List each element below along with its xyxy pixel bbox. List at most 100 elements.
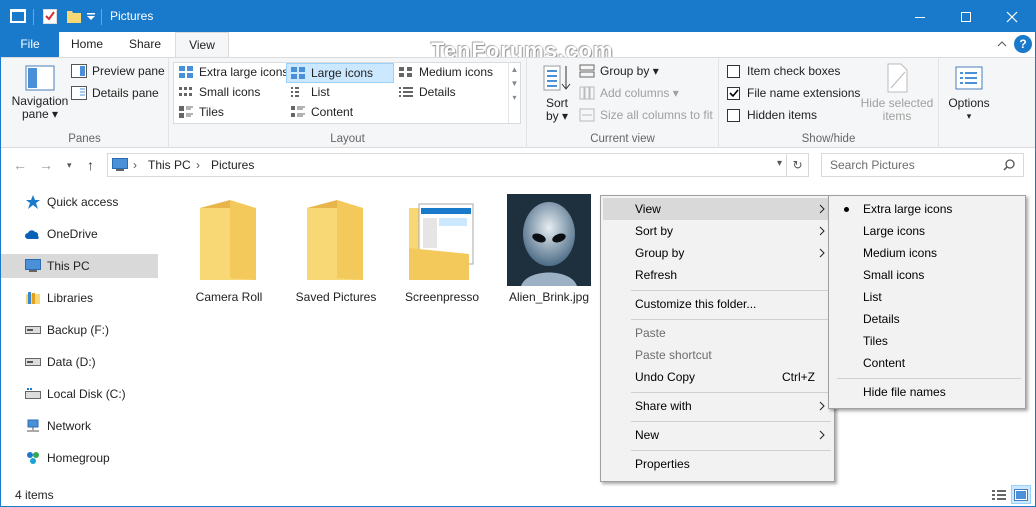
breadcrumb-this-pc[interactable]: This PC xyxy=(148,158,191,172)
menu-separator xyxy=(631,319,831,320)
layout-tiles[interactable]: Tiles xyxy=(178,105,224,119)
details-pane-button[interactable]: Details pane xyxy=(71,86,159,100)
menu-item-undo-copy[interactable]: Undo Copy Ctrl+Z xyxy=(635,366,815,388)
menu-item-properties[interactable]: Properties xyxy=(635,453,690,475)
context-menu: View Sort by Group by Refresh Customize … xyxy=(600,195,835,482)
submenu-item-extra-large-icons[interactable]: Extra large icons xyxy=(863,198,952,220)
properties-icon[interactable] xyxy=(41,7,59,25)
file-name-extensions-checkbox[interactable]: File name extensions xyxy=(727,86,860,100)
submenu-item-tiles[interactable]: Tiles xyxy=(863,330,888,352)
navigation-pane-button[interactable]: Navigation pane ▾ xyxy=(9,62,71,126)
new-folder-icon[interactable] xyxy=(65,7,83,25)
close-button[interactable] xyxy=(989,1,1035,32)
system-menu-icon[interactable] xyxy=(9,7,27,25)
layout-large-icons[interactable]: Large icons xyxy=(286,63,394,83)
submenu-item-hide-file-names[interactable]: Hide file names xyxy=(863,381,946,403)
breadcrumb-separator-icon[interactable]: › xyxy=(133,158,137,172)
forward-icon[interactable]: → xyxy=(39,157,53,173)
submenu-item-list[interactable]: List xyxy=(863,286,882,308)
address-box[interactable]: › This PC › Pictures ▾ ↻ xyxy=(107,153,809,177)
medium-icons-icon xyxy=(399,67,412,77)
tab-share[interactable]: Share xyxy=(119,32,171,57)
drive-icon xyxy=(25,322,41,338)
hide-selected-icon xyxy=(887,63,908,93)
address-dropdown-icon[interactable]: ▾ xyxy=(777,158,782,169)
menu-item-paste-shortcut[interactable]: Paste shortcut xyxy=(635,344,712,366)
up-icon[interactable]: ↑ xyxy=(87,157,94,173)
windows-drive-icon xyxy=(25,386,41,402)
show-hide-group-label: Show/hide xyxy=(801,133,856,145)
customize-toolbar-icon[interactable] xyxy=(85,7,97,25)
current-view-group-label: Current view xyxy=(590,133,655,145)
item-check-boxes-checkbox[interactable]: Item check boxes xyxy=(727,64,840,78)
maximize-button[interactable] xyxy=(943,1,989,32)
layout-content[interactable]: Content xyxy=(290,105,353,119)
back-icon[interactable]: ← xyxy=(13,157,27,173)
minimize-ribbon-icon[interactable] xyxy=(997,38,1007,50)
options-button[interactable]: Options ▾ xyxy=(941,62,997,123)
tiles-icon xyxy=(179,106,193,118)
sidebar-item-backup[interactable]: Backup (F:) xyxy=(1,318,158,342)
selected-bullet-icon xyxy=(844,207,849,212)
menu-item-sort-by[interactable]: Sort by xyxy=(635,220,832,242)
file-item[interactable]: Saved Pictures xyxy=(290,194,382,304)
file-item[interactable]: Camera Roll xyxy=(183,194,275,304)
size-columns-button[interactable]: Size all columns to fit xyxy=(579,108,713,122)
help-icon[interactable]: ? xyxy=(1014,35,1032,53)
breadcrumb-pictures[interactable]: Pictures xyxy=(211,158,254,172)
recent-locations-icon[interactable]: ▾ xyxy=(67,160,72,171)
add-columns-button[interactable]: Add columns ▾ xyxy=(579,86,679,100)
options-label: Options xyxy=(948,96,990,110)
submenu-item-medium-icons[interactable]: Medium icons xyxy=(863,242,937,264)
submenu-item-details[interactable]: Details xyxy=(863,308,900,330)
tab-file[interactable]: File xyxy=(1,32,59,57)
preview-pane-button[interactable]: Preview pane xyxy=(71,64,165,78)
menu-item-new[interactable]: New xyxy=(635,424,832,446)
sidebar-item-this-pc[interactable]: This PC xyxy=(1,254,158,278)
hidden-items-checkbox[interactable]: Hidden items xyxy=(727,108,817,122)
submenu-item-content[interactable]: Content xyxy=(863,352,905,374)
group-by-button[interactable]: Group by ▾ xyxy=(579,64,659,78)
libraries-icon xyxy=(25,290,41,306)
layout-small-icons[interactable]: Small icons xyxy=(178,85,260,99)
layout-details[interactable]: Details xyxy=(398,85,456,99)
layout-list[interactable]: List xyxy=(290,85,330,99)
sidebar-item-data[interactable]: Data (D:) xyxy=(1,350,158,374)
tab-view[interactable]: View xyxy=(175,32,229,58)
tab-home[interactable]: Home xyxy=(61,32,113,57)
hidden-items-box[interactable] xyxy=(727,108,740,122)
refresh-icon[interactable]: ↻ xyxy=(786,154,808,176)
show-hide-group: Item check boxes File name extensions Hi… xyxy=(719,58,939,148)
menu-item-view[interactable]: View xyxy=(635,198,832,220)
sidebar-item-homegroup[interactable]: Homegroup xyxy=(1,446,158,470)
sort-by-button[interactable]: Sort by ▾ xyxy=(537,62,577,126)
sidebar-item-local-disk[interactable]: Local Disk (C:) xyxy=(1,382,158,406)
layout-medium-icons[interactable]: Medium icons xyxy=(398,65,493,79)
menu-item-refresh[interactable]: Refresh xyxy=(635,264,677,286)
menu-item-share-with[interactable]: Share with xyxy=(635,395,832,417)
sidebar-item-onedrive[interactable]: OneDrive xyxy=(1,222,158,246)
layout-scroll[interactable]: ▲ ▼ ▾ xyxy=(508,63,520,123)
menu-item-group-by[interactable]: Group by xyxy=(635,242,832,264)
file-name-extensions-box[interactable] xyxy=(727,86,740,100)
large-icons-view-button[interactable] xyxy=(1011,485,1031,504)
layout-group-label: Layout xyxy=(330,133,365,145)
breadcrumb-separator-icon[interactable]: › xyxy=(196,158,200,172)
item-check-boxes-box[interactable] xyxy=(727,64,740,78)
sidebar-item-quick-access[interactable]: Quick access xyxy=(1,190,158,214)
sidebar-item-network[interactable]: Network xyxy=(1,414,158,438)
menu-item-customize[interactable]: Customize this folder... xyxy=(635,293,756,315)
hide-selected-items-button[interactable]: Hide selected items xyxy=(859,62,935,123)
file-item[interactable]: Alien_Brink.jpg xyxy=(503,194,595,304)
file-item[interactable]: Screenpresso xyxy=(396,194,488,304)
search-input[interactable]: Search Pictures xyxy=(821,153,1024,177)
layout-extra-large-icons[interactable]: Extra large icons xyxy=(178,65,288,79)
submenu-item-small-icons[interactable]: Small icons xyxy=(863,264,924,286)
minimize-button[interactable] xyxy=(897,1,943,32)
sidebar-item-libraries[interactable]: Libraries xyxy=(1,286,158,310)
explorer-window: Pictures File Home Share View TenForums.… xyxy=(0,0,1036,507)
alien-image-thumbnail xyxy=(507,194,591,286)
menu-item-paste[interactable]: Paste xyxy=(635,322,666,344)
list-icon xyxy=(291,87,299,97)
submenu-item-large-icons[interactable]: Large icons xyxy=(863,220,925,242)
